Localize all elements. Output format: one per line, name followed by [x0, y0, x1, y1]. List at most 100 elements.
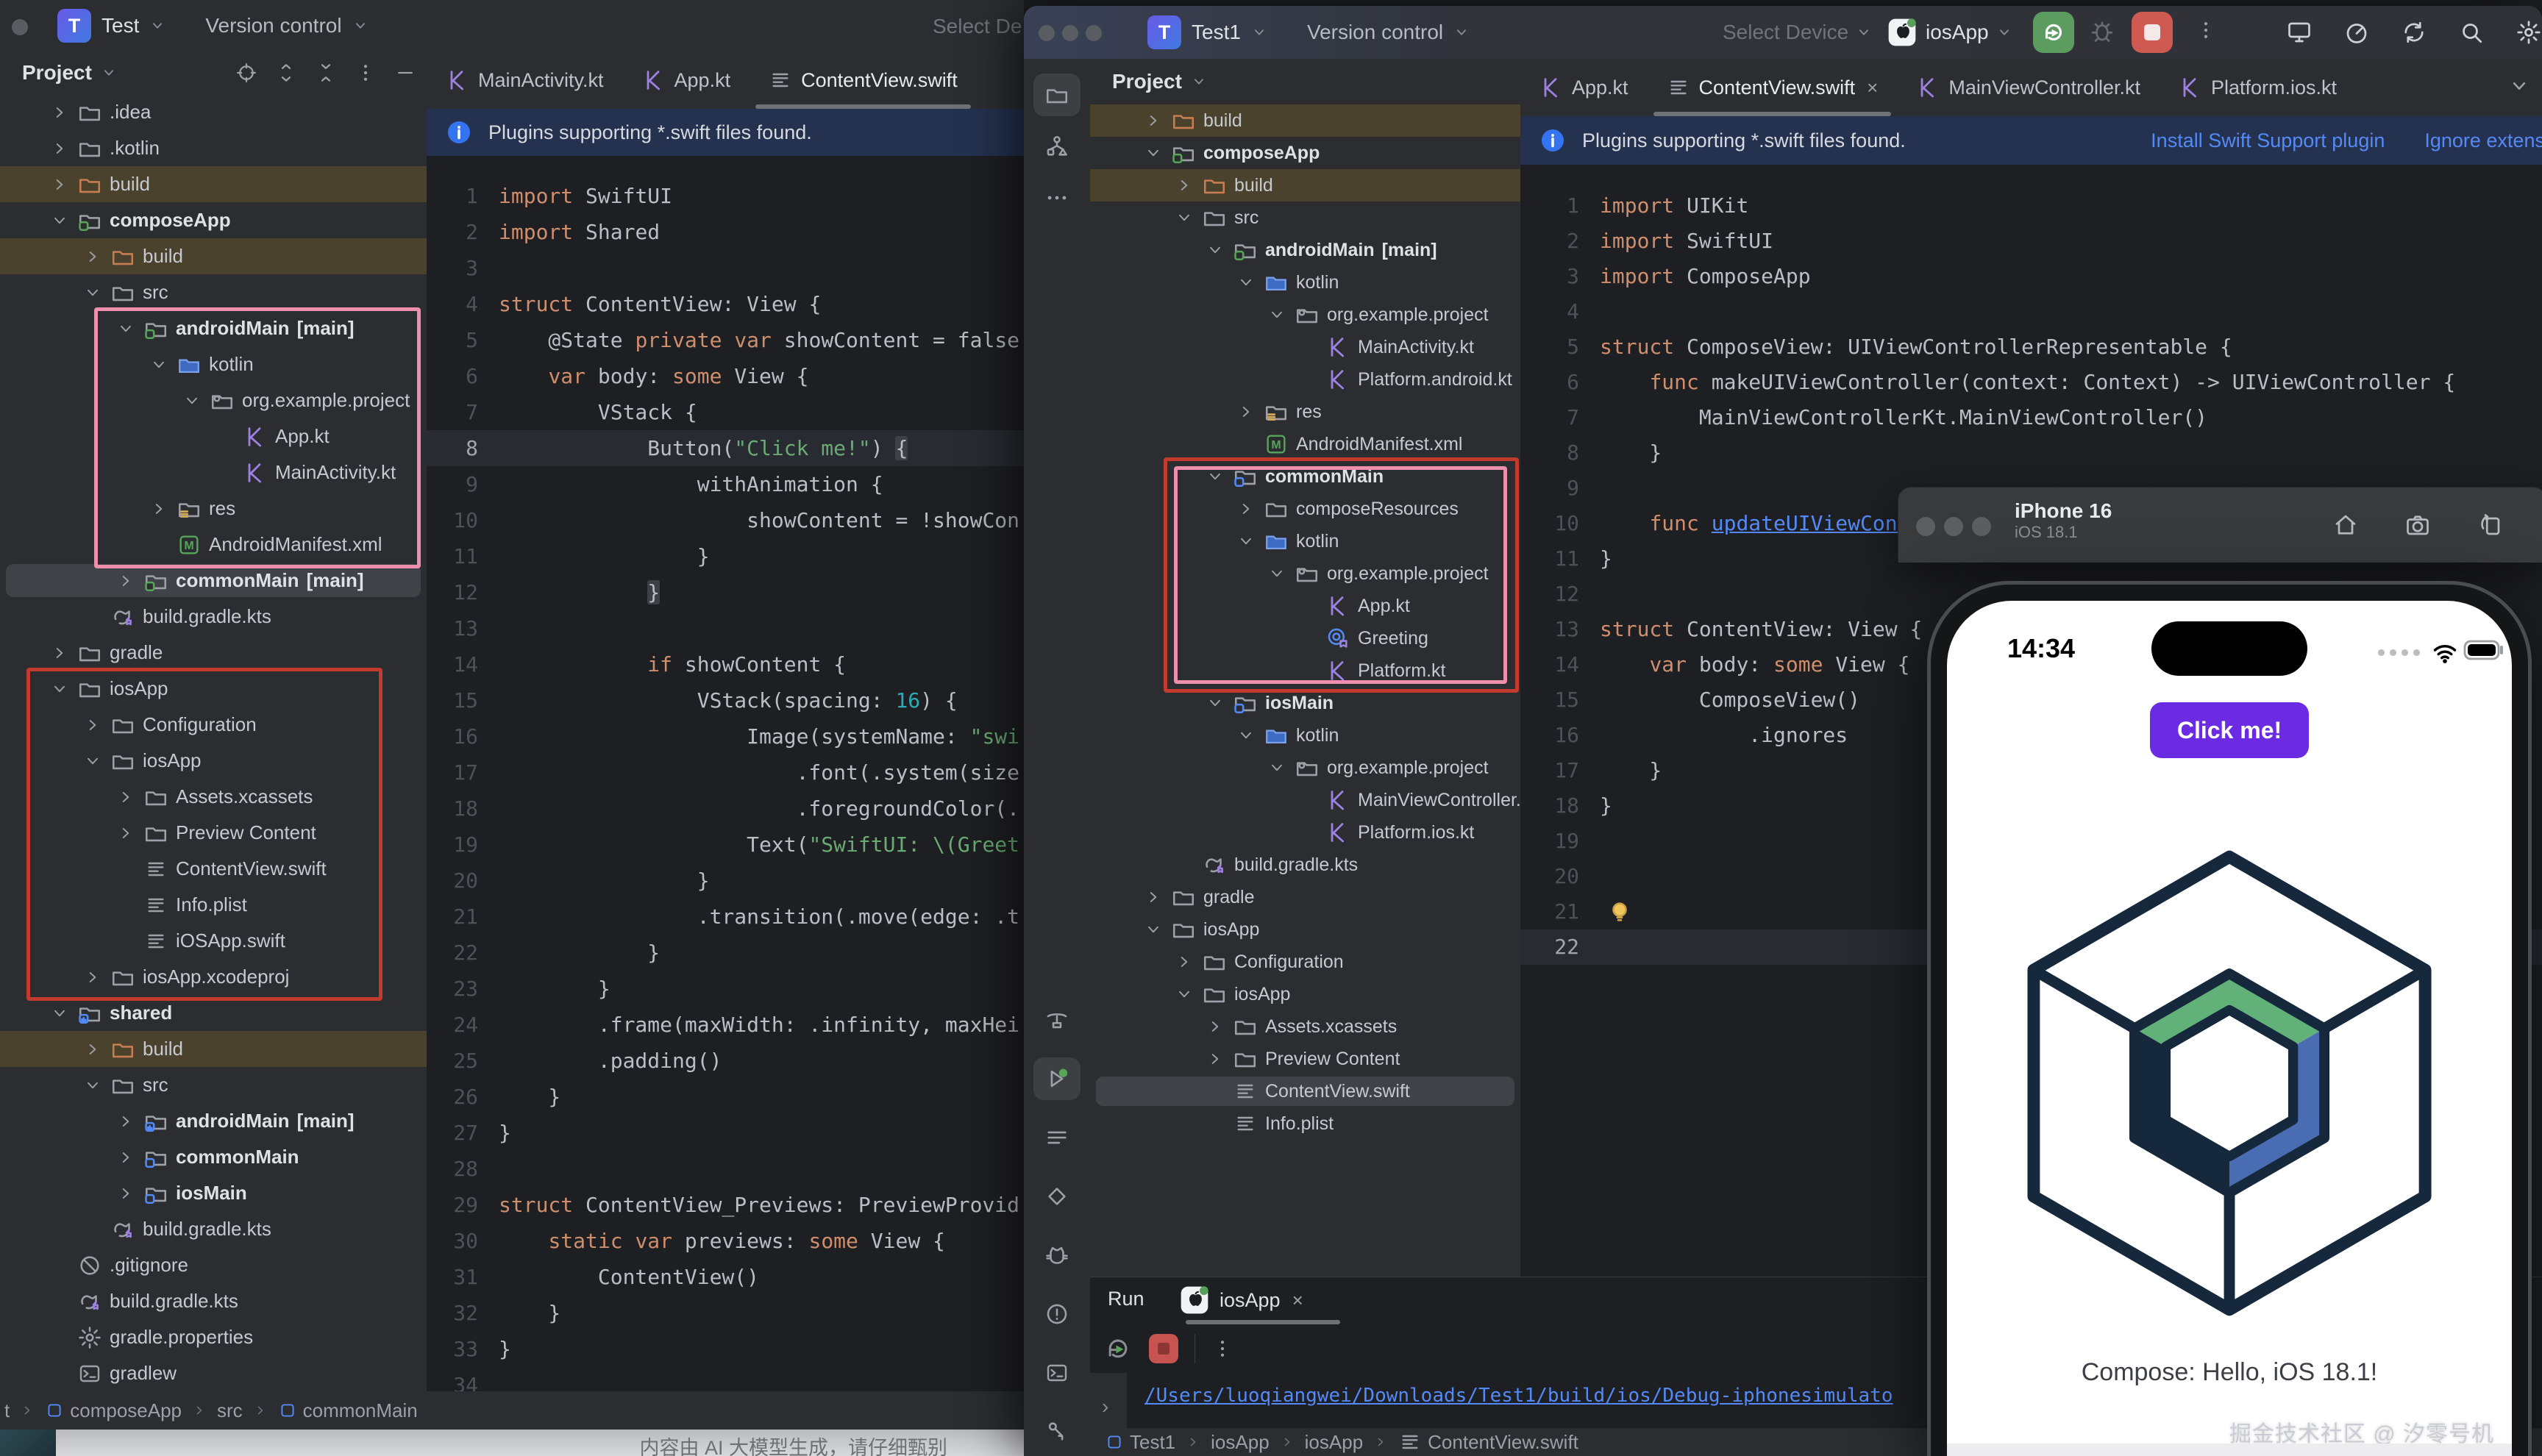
tree-item-AndroidManifest.xml[interactable]: MAndroidManifest.xml — [1090, 428, 1520, 460]
tree-item-src[interactable]: src — [0, 1067, 427, 1103]
tree-item-MainViewController.kt[interactable]: MainViewController.kt — [1090, 784, 1520, 816]
home-icon[interactable] — [2332, 512, 2359, 538]
chevron-down-icon[interactable] — [45, 1004, 74, 1023]
code-line-28[interactable]: 28 — [427, 1151, 1024, 1187]
breadcrumb-iosApp[interactable]: iosApp — [1305, 1431, 1364, 1454]
tree-item-.kotlin[interactable]: .kotlin — [0, 130, 427, 166]
terminal-icon[interactable] — [1033, 1352, 1080, 1394]
chevron-right-icon[interactable] — [45, 103, 74, 122]
tree-item-Greeting[interactable]: Greeting — [1090, 622, 1520, 654]
todo-lines-icon[interactable] — [1033, 1116, 1080, 1159]
tree-item-build.gradle.kts[interactable]: build.gradle.kts — [0, 599, 427, 635]
ignore-extension-link[interactable]: Ignore extension — [2424, 129, 2542, 152]
project-switcher[interactable]: Test — [102, 14, 139, 38]
tree-item-commonMain[interactable]: commonMain — [0, 1139, 427, 1175]
project-switcher[interactable]: Test1 — [1192, 21, 1241, 44]
tab-list-chevron-icon[interactable] — [2508, 75, 2530, 97]
tree-item-iosApp[interactable]: iosApp — [1090, 913, 1520, 946]
traffic-light-icon[interactable] — [1944, 517, 1963, 536]
code-line-7[interactable]: 7 VStack { — [427, 394, 1024, 430]
code-line-17[interactable]: 17 .font(.system(size — [427, 754, 1024, 791]
install-swift-plugin-link[interactable]: Install Swift Support plugin — [2151, 129, 2385, 152]
chevron-right-icon[interactable] — [111, 1184, 140, 1203]
tree-item-Preview Content[interactable]: Preview Content — [1090, 1043, 1520, 1075]
code-line-1[interactable]: 1import UIKit — [1520, 188, 2542, 224]
tree-item-Platform.android.kt[interactable]: Platform.android.kt — [1090, 363, 1520, 396]
minimize-icon[interactable] — [1062, 25, 1078, 41]
code-line-22[interactable]: 22 } — [427, 935, 1024, 971]
more-kebab-icon[interactable] — [1211, 1338, 1233, 1360]
expand-icon[interactable] — [275, 62, 297, 84]
chevron-right-icon[interactable] — [1139, 888, 1168, 907]
code-line-6[interactable]: 6 func makeUIViewController(context: Con… — [1520, 365, 2542, 400]
tree-item-gradlew[interactable]: gradlew — [0, 1355, 427, 1391]
stop-icon[interactable] — [1149, 1334, 1178, 1363]
tree-item-kotlin[interactable]: kotlin — [1090, 525, 1520, 557]
run-play-icon[interactable] — [1033, 1057, 1080, 1100]
chevron-right-icon[interactable] — [1169, 952, 1199, 971]
vcs-menu[interactable]: Version control — [205, 14, 341, 38]
tree-item-Preview Content[interactable]: Preview Content — [0, 815, 427, 851]
chevron-down-icon[interactable] — [177, 391, 207, 410]
tree-item-build[interactable]: build — [1090, 104, 1520, 137]
avatar[interactable]: T — [57, 9, 91, 43]
code-line-5[interactable]: 5struct ComposeView: UIViewControllerRep… — [1520, 329, 2542, 365]
chevron-down-icon[interactable] — [1139, 920, 1168, 939]
tree-item-kotlin[interactable]: kotlin — [1090, 266, 1520, 299]
tree-item-build[interactable]: build — [0, 1031, 427, 1067]
code-line-30[interactable]: 30 static var previews: some View { — [427, 1223, 1024, 1259]
code-line-2[interactable]: 2import SwiftUI — [1520, 224, 2542, 259]
code-line-8[interactable]: 8 Button("Click me!") { — [427, 430, 1024, 466]
chevron-down-icon[interactable] — [1200, 467, 1230, 486]
tree-item-org.example.project[interactable]: org.example.project — [1090, 752, 1520, 784]
tree-item-build.gradle.kts[interactable]: build.gradle.kts — [0, 1283, 427, 1319]
tree-item-composeApp[interactable]: composeApp — [0, 202, 427, 238]
code-line-21[interactable]: 21 .transition(.move(edge: .t — [427, 899, 1024, 935]
packages-diamond-icon[interactable] — [1033, 1175, 1080, 1218]
vcs-menu[interactable]: Version control — [1307, 21, 1443, 44]
chevron-right-icon[interactable] — [45, 643, 74, 663]
tab-MainViewController.kt[interactable]: MainViewController.kt — [1897, 59, 2160, 116]
minus-icon[interactable] — [394, 62, 416, 84]
sync-icon[interactable] — [2401, 19, 2427, 46]
gear-icon[interactable] — [2516, 19, 2542, 46]
tree-item-build[interactable]: build — [1090, 169, 1520, 201]
code-line-2[interactable]: 2import Shared — [427, 214, 1024, 250]
chevron-down-icon[interactable] — [78, 752, 107, 771]
code-line-23[interactable]: 23 } — [427, 971, 1024, 1007]
stop-button[interactable] — [2132, 12, 2173, 53]
breadcrumb-t[interactable]: t — [4, 1399, 10, 1422]
tree-item-androidMain[interactable]: androidMain[main] — [0, 310, 427, 346]
devices-icon[interactable] — [2286, 19, 2313, 46]
code-line-31[interactable]: 31 ContentView() — [427, 1259, 1024, 1295]
iphone-simulator[interactable]: 14:34 Click me! Compose: Hello, iOS 18.1… — [1927, 581, 2532, 1456]
tab-ContentView.swift[interactable]: ContentView.swift× — [1648, 59, 1898, 116]
locate-icon[interactable] — [235, 62, 257, 84]
panel-title[interactable]: Project — [1112, 70, 1182, 93]
branch-icon[interactable] — [1033, 1410, 1080, 1453]
chevron-right-icon[interactable] — [111, 1112, 140, 1131]
tree-item-iosApp.xcodeproj[interactable]: iosApp.xcodeproj — [0, 959, 427, 995]
more-kebab-icon[interactable] — [2195, 19, 2217, 41]
device-selector[interactable]: Select Device — [1723, 6, 1872, 59]
chevron-down-icon[interactable] — [1262, 564, 1292, 583]
tree-item-iOSApp.swift[interactable]: iOSApp.swift — [0, 923, 427, 959]
tree-item-App.kt[interactable]: App.kt — [0, 418, 427, 454]
tree-item-AndroidManifest.xml[interactable]: MAndroidManifest.xml — [0, 527, 427, 563]
code-line-18[interactable]: 18 .foregroundColor(. — [427, 791, 1024, 827]
breadcrumb-src[interactable]: src — [217, 1399, 243, 1422]
code-editor[interactable]: 1import SwiftUI2import Shared34struct Co… — [427, 156, 1024, 1413]
tree-item-ContentView.swift[interactable]: ContentView.swift — [1096, 1077, 1514, 1106]
code-line-9[interactable]: 9 withAnimation { — [427, 466, 1024, 502]
chevron-right-icon[interactable] — [1231, 499, 1261, 518]
code-line-25[interactable]: 25 .padding() — [427, 1043, 1024, 1079]
tree-item-Info.plist[interactable]: Info.plist — [1090, 1107, 1520, 1140]
tree-item-iosApp[interactable]: iosApp — [1090, 978, 1520, 1010]
tree-item-App.kt[interactable]: App.kt — [1090, 590, 1520, 622]
kebab-icon[interactable] — [355, 62, 377, 84]
tree-item-gradle[interactable]: gradle — [1090, 881, 1520, 913]
chevron-down-icon[interactable] — [1200, 240, 1230, 260]
tree-item-Platform.ios.kt[interactable]: Platform.ios.kt — [1090, 816, 1520, 849]
build-icon[interactable] — [1033, 999, 1080, 1041]
code-line-1[interactable]: 1import SwiftUI — [427, 178, 1024, 214]
